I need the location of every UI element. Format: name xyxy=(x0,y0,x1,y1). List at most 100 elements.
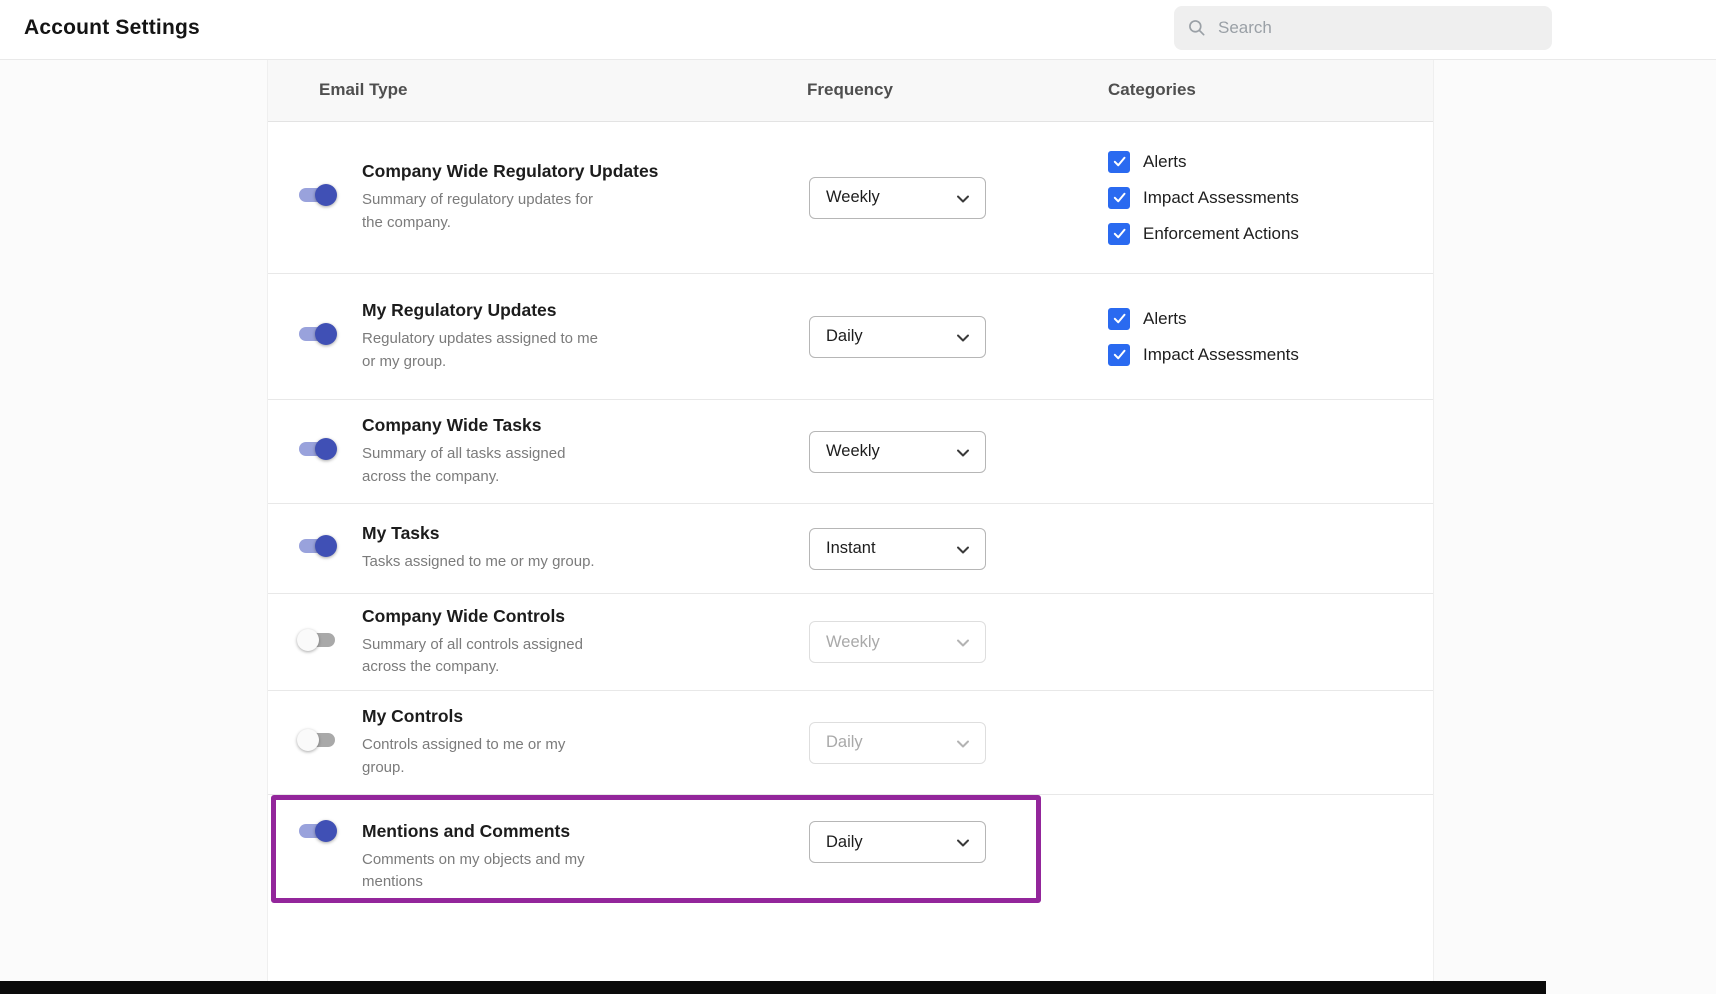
email-enabled-toggle[interactable] xyxy=(297,730,337,750)
email-type-description: Summary of regulatory updates for the co… xyxy=(362,189,607,233)
email-type-description: Comments on my objects and my mentions xyxy=(362,849,607,893)
email-type-title: My Regulatory Updates xyxy=(362,300,779,321)
email-type-cell: My Controls Controls assigned to me or m… xyxy=(362,706,809,778)
frequency-cell: Daily xyxy=(809,821,1108,863)
toggle-cell xyxy=(268,324,362,349)
categories-cell xyxy=(1108,636,1433,648)
table-row: My Regulatory Updates Regulatory updates… xyxy=(268,274,1433,400)
table-row: Mentions and Comments Comments on my obj… xyxy=(268,795,1433,983)
email-type-title: Company Wide Controls xyxy=(362,606,779,627)
chevron-down-icon xyxy=(953,833,973,853)
search-input[interactable] xyxy=(1174,6,1552,50)
email-enabled-toggle[interactable] xyxy=(297,185,337,205)
frequency-value: Instant xyxy=(810,539,876,558)
toggle-thumb xyxy=(297,729,319,751)
chevron-down-icon xyxy=(953,633,973,653)
category-checkbox-item[interactable]: Alerts xyxy=(1108,308,1433,330)
chevron-down-icon xyxy=(953,443,973,463)
categories-cell xyxy=(1108,543,1433,555)
category-checkbox-item[interactable]: Impact Assessments xyxy=(1108,344,1433,366)
page-title: Account Settings xyxy=(24,16,200,40)
email-type-description: Summary of all tasks assigned across the… xyxy=(362,443,607,487)
frequency-cell: Weekly xyxy=(809,177,1108,219)
frequency-select[interactable]: Weekly xyxy=(809,431,986,473)
categories-cell: Alerts Impact Assessments Enforcement Acti… xyxy=(1108,145,1433,251)
column-header-categories: Categories xyxy=(1108,80,1196,100)
frequency-select[interactable]: Daily xyxy=(809,821,986,863)
table-row: Company Wide Controls Summary of all con… xyxy=(268,594,1433,691)
account-settings-screen: Account Settings Email Type Frequency Ca… xyxy=(0,0,1716,994)
category-label: Enforcement Actions xyxy=(1143,224,1299,244)
frequency-value: Weekly xyxy=(810,442,880,461)
frequency-cell: Instant xyxy=(809,528,1108,570)
email-type-title: Company Wide Regulatory Updates xyxy=(362,161,779,182)
frequency-value: Daily xyxy=(810,733,863,752)
email-enabled-toggle[interactable] xyxy=(297,821,337,841)
email-type-description: Regulatory updates assigned to me or my … xyxy=(362,328,607,372)
email-enabled-toggle[interactable] xyxy=(297,324,337,344)
frequency-value: Daily xyxy=(810,833,863,852)
chevron-down-icon xyxy=(953,540,973,560)
toggle-cell xyxy=(268,536,362,561)
email-type-description: Tasks assigned to me or my group. xyxy=(362,551,607,573)
categories-cell: Alerts Impact Assessments xyxy=(1108,302,1433,372)
toggle-thumb xyxy=(315,535,337,557)
frequency-value: Weekly xyxy=(810,188,880,207)
categories-cell xyxy=(1108,821,1433,833)
frequency-value: Daily xyxy=(810,327,863,346)
frequency-select[interactable]: Daily xyxy=(809,722,986,764)
email-type-title: My Controls xyxy=(362,706,779,727)
email-type-description: Summary of all controls assigned across … xyxy=(362,634,607,678)
email-type-cell: My Regulatory Updates Regulatory updates… xyxy=(362,300,809,372)
category-checkbox-item[interactable]: Alerts xyxy=(1108,151,1433,173)
checkbox-icon[interactable] xyxy=(1108,223,1130,245)
email-type-cell: My Tasks Tasks assigned to me or my grou… xyxy=(362,523,809,573)
toggle-cell xyxy=(268,821,362,846)
table-row: Company Wide Tasks Summary of all tasks … xyxy=(268,400,1433,504)
toggle-thumb xyxy=(315,323,337,345)
email-enabled-toggle[interactable] xyxy=(297,536,337,556)
email-settings-table: Email Type Frequency Categories Company … xyxy=(267,60,1434,994)
table-row: Company Wide Regulatory Updates Summary … xyxy=(268,122,1433,274)
checkbox-icon[interactable] xyxy=(1108,344,1130,366)
toggle-cell xyxy=(268,439,362,464)
chevron-down-icon xyxy=(953,189,973,209)
screen-edge-bar xyxy=(0,981,1546,994)
email-type-description: Controls assigned to me or my group. xyxy=(362,734,607,778)
category-label: Impact Assessments xyxy=(1143,188,1299,208)
frequency-value: Weekly xyxy=(810,633,880,652)
toggle-thumb xyxy=(315,820,337,842)
chevron-down-icon xyxy=(953,734,973,754)
categories-cell xyxy=(1108,446,1433,458)
search-box xyxy=(1174,6,1552,50)
chevron-down-icon xyxy=(953,328,973,348)
checkbox-icon[interactable] xyxy=(1108,151,1130,173)
email-enabled-toggle[interactable] xyxy=(297,439,337,459)
frequency-cell: Weekly xyxy=(809,431,1108,473)
email-type-cell: Mentions and Comments Comments on my obj… xyxy=(362,821,809,893)
frequency-select[interactable]: Weekly xyxy=(809,621,986,663)
email-type-cell: Company Wide Controls Summary of all con… xyxy=(362,606,809,678)
email-enabled-toggle[interactable] xyxy=(297,630,337,650)
email-type-cell: Company Wide Regulatory Updates Summary … xyxy=(362,161,809,233)
email-type-title: Company Wide Tasks xyxy=(362,415,779,436)
frequency-cell: Daily xyxy=(809,722,1108,764)
table-header-row: Email Type Frequency Categories xyxy=(268,60,1433,122)
toggle-thumb xyxy=(315,438,337,460)
table-row: My Tasks Tasks assigned to me or my grou… xyxy=(268,504,1433,594)
category-checkbox-item[interactable]: Enforcement Actions xyxy=(1108,223,1433,245)
toggle-thumb xyxy=(297,629,319,651)
checkbox-icon[interactable] xyxy=(1108,308,1130,330)
frequency-select[interactable]: Weekly xyxy=(809,177,986,219)
table-body: Company Wide Regulatory Updates Summary … xyxy=(268,122,1433,983)
toggle-cell xyxy=(268,730,362,755)
frequency-select[interactable]: Daily xyxy=(809,316,986,358)
frequency-select[interactable]: Instant xyxy=(809,528,986,570)
table-row: My Controls Controls assigned to me or m… xyxy=(268,691,1433,795)
category-label: Impact Assessments xyxy=(1143,345,1299,365)
toggle-cell xyxy=(268,630,362,655)
column-header-email-type: Email Type xyxy=(319,80,408,100)
category-checkbox-item[interactable]: Impact Assessments xyxy=(1108,187,1433,209)
column-header-frequency: Frequency xyxy=(807,80,893,100)
checkbox-icon[interactable] xyxy=(1108,187,1130,209)
